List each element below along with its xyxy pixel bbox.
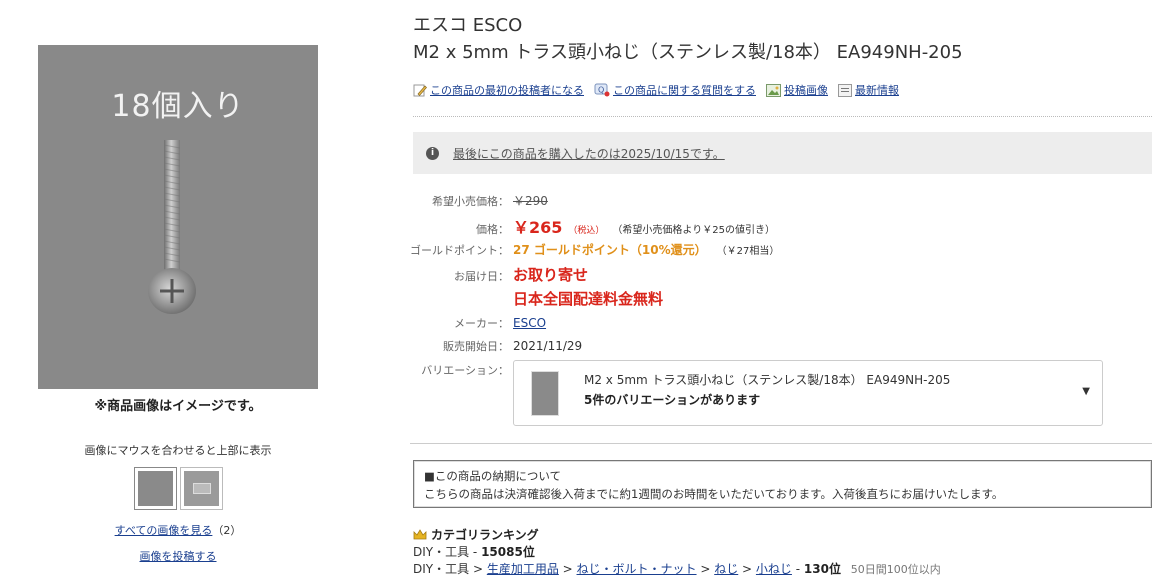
list-price: ￥290 bbox=[513, 194, 548, 208]
last-bought-link[interactable]: 最後にこの商品を購入したのは2025/10/15です。 bbox=[453, 145, 725, 162]
variation-count: 5件のバリエーションがあります bbox=[584, 393, 761, 407]
ranking-category: DIY・工具 - bbox=[413, 545, 482, 559]
thumbnail-1[interactable] bbox=[134, 467, 177, 510]
variation-select[interactable]: M2 x 5mm トラス頭小ねじ（ステンレス製/18本） EA949NH-205… bbox=[513, 360, 1103, 426]
ranking-link-machine-screws[interactable]: 小ねじ bbox=[756, 562, 792, 576]
product-title: M2 x 5mm トラス頭小ねじ（ステンレス製/18本） EA949NH-205 bbox=[413, 42, 963, 63]
ranking-position: 15085位 bbox=[481, 545, 535, 559]
info-icon: i bbox=[426, 146, 439, 160]
svg-text:Q: Q bbox=[598, 86, 604, 95]
variation-name: M2 x 5mm トラス頭小ねじ（ステンレス製/18本） EA949NH-205 bbox=[584, 373, 951, 387]
maker-label: メーカー： bbox=[454, 317, 509, 330]
pencil-icon bbox=[413, 84, 427, 97]
action-latest-info[interactable]: 最新情報 bbox=[838, 82, 899, 98]
free-shipping: 日本全国配達料金無料 bbox=[513, 290, 664, 308]
notice-heading: ■この商品の納期について bbox=[424, 469, 562, 483]
ranking-period: 50日間100位以内 bbox=[850, 563, 941, 576]
hover-hint: 画像にマウスを合わせると上部に表示 bbox=[84, 444, 272, 457]
post-image-link[interactable]: 画像を投稿する bbox=[140, 550, 217, 563]
list-price-row: 希望小売価格： ￥290 bbox=[400, 192, 548, 209]
ranking-title-row: カテゴリランキング bbox=[413, 526, 539, 543]
release-row: 販売開始日： 2021/11/29 bbox=[400, 338, 582, 354]
delivery-label: お届け日： bbox=[454, 270, 509, 283]
divider bbox=[413, 116, 1152, 117]
release-label: 販売開始日： bbox=[443, 340, 509, 353]
release-date: 2021/11/29 bbox=[513, 339, 583, 353]
last-bought-banner: i 最後にこの商品を購入したのは2025/10/15です。 bbox=[413, 132, 1152, 174]
gold-point-row: ゴールドポイント： 27 ゴールドポイント（10%還元） （￥27相当） bbox=[400, 241, 779, 258]
divider bbox=[410, 443, 1152, 444]
ranking-link-screws-bolts[interactable]: ねじ・ボルト・ナット bbox=[577, 562, 697, 576]
ranking-root: DIY・工具 bbox=[413, 562, 470, 576]
all-images-count: （2） bbox=[212, 524, 242, 537]
image-disclaimer: ※商品画像はイメージです。 bbox=[94, 399, 262, 414]
main-product-image: 18個入り bbox=[38, 45, 318, 389]
price: ￥265 bbox=[513, 218, 563, 237]
action-posted-images[interactable]: 投稿画像 bbox=[766, 82, 828, 98]
thumbnail-strip bbox=[134, 467, 223, 510]
tax-note: （税込） bbox=[568, 226, 605, 236]
box-icon bbox=[193, 483, 211, 494]
image-icon bbox=[766, 83, 781, 97]
maker-link[interactable]: ESCO bbox=[513, 316, 546, 330]
price-label: 価格： bbox=[476, 223, 509, 236]
gold-equivalent: （￥27相当） bbox=[716, 246, 780, 257]
free-shipping-row: 日本全国配達料金無料 bbox=[400, 288, 663, 309]
document-icon bbox=[838, 83, 852, 97]
ranking-link-screws[interactable]: ねじ bbox=[714, 562, 738, 576]
action-first-poster[interactable]: この商品の最初の投稿者になる bbox=[413, 82, 584, 98]
maker-row: メーカー： ESCO bbox=[400, 315, 546, 331]
variation-thumbnail bbox=[531, 371, 559, 416]
gold-points: 27 ゴールドポイント（10%還元） bbox=[513, 243, 707, 257]
delivery-status: お取り寄せ bbox=[513, 266, 589, 284]
price-row: 価格： ￥265 （税込） （希望小売価格より￥25の値引き） bbox=[400, 214, 775, 238]
question-icon: Q bbox=[594, 83, 610, 97]
crown-icon bbox=[413, 529, 427, 540]
ranking-line-1: DIY・工具 - 15085位 bbox=[413, 543, 535, 560]
all-images-row: すべての画像を見る（2） bbox=[38, 522, 318, 538]
post-image-row: 画像を投稿する bbox=[38, 548, 318, 564]
action-links: この商品の最初の投稿者になる Q この商品に関する質問をする 投稿画像 最新情報 bbox=[413, 82, 899, 98]
list-price-label: 希望小売価格： bbox=[432, 195, 509, 208]
discount-note: （希望小売価格より￥25の値引き） bbox=[612, 225, 775, 236]
variation-label: バリエーション： bbox=[421, 364, 509, 377]
variation-row: バリエーション： bbox=[400, 362, 513, 378]
all-images-link[interactable]: すべての画像を見る bbox=[115, 524, 213, 537]
gold-point-label: ゴールドポイント： bbox=[410, 244, 509, 257]
chevron-down-icon: ▼ bbox=[1082, 386, 1090, 397]
delivery-row: お届け日： お取り寄せ bbox=[400, 264, 588, 285]
ranking-line-2: DIY・工具 > 生産加工用品 > ねじ・ボルト・ナット > ねじ > 小ねじ … bbox=[413, 562, 941, 576]
action-ask-question[interactable]: Q この商品に関する質問をする bbox=[594, 82, 756, 98]
thumbnail-2[interactable] bbox=[180, 467, 223, 510]
screw-illustration bbox=[148, 140, 196, 314]
ranking-link-production[interactable]: 生産加工用品 bbox=[487, 562, 559, 576]
brand-name: エスコ ESCO bbox=[413, 15, 523, 36]
notice-body: こちらの商品は決済確認後入荷までに約1週間のお時間をいただいております。入荷後直… bbox=[424, 487, 1004, 501]
ranking-title: カテゴリランキング bbox=[431, 528, 539, 542]
ranking-position-2: 130位 bbox=[803, 562, 841, 576]
delivery-notice: ■この商品の納期について こちらの商品は決済確認後入荷までに約1週間のお時間をい… bbox=[413, 460, 1152, 508]
